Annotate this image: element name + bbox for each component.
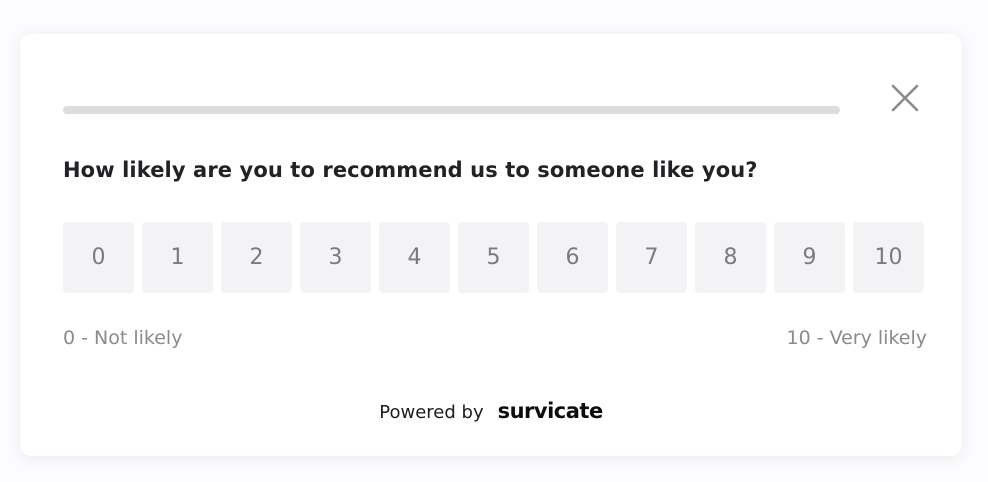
score-button-1[interactable]: 1: [142, 222, 213, 293]
score-button-2[interactable]: 2: [221, 222, 292, 293]
score-button-9[interactable]: 9: [774, 222, 845, 293]
close-icon: [891, 84, 919, 112]
powered-by: Powered by survicate: [20, 399, 962, 423]
scale-low-label: 0 - Not likely: [63, 327, 183, 349]
nps-scale: 0 1 2 3 4 5 6 7 8 9 10: [63, 222, 924, 293]
scale-high-label: 10 - Very likely: [786, 327, 927, 349]
powered-by-text: Powered by: [379, 402, 484, 423]
score-button-4[interactable]: 4: [379, 222, 450, 293]
survey-card: How likely are you to recommend us to so…: [20, 34, 962, 456]
score-button-5[interactable]: 5: [458, 222, 529, 293]
score-button-3[interactable]: 3: [300, 222, 371, 293]
score-button-8[interactable]: 8: [695, 222, 766, 293]
survicate-logo[interactable]: survicate: [498, 399, 604, 423]
progress-bar: [63, 106, 840, 114]
score-button-6[interactable]: 6: [537, 222, 608, 293]
survey-question: How likely are you to recommend us to so…: [63, 158, 758, 182]
score-button-7[interactable]: 7: [616, 222, 687, 293]
score-button-10[interactable]: 10: [853, 222, 924, 293]
close-button[interactable]: [886, 79, 924, 117]
score-button-0[interactable]: 0: [63, 222, 134, 293]
